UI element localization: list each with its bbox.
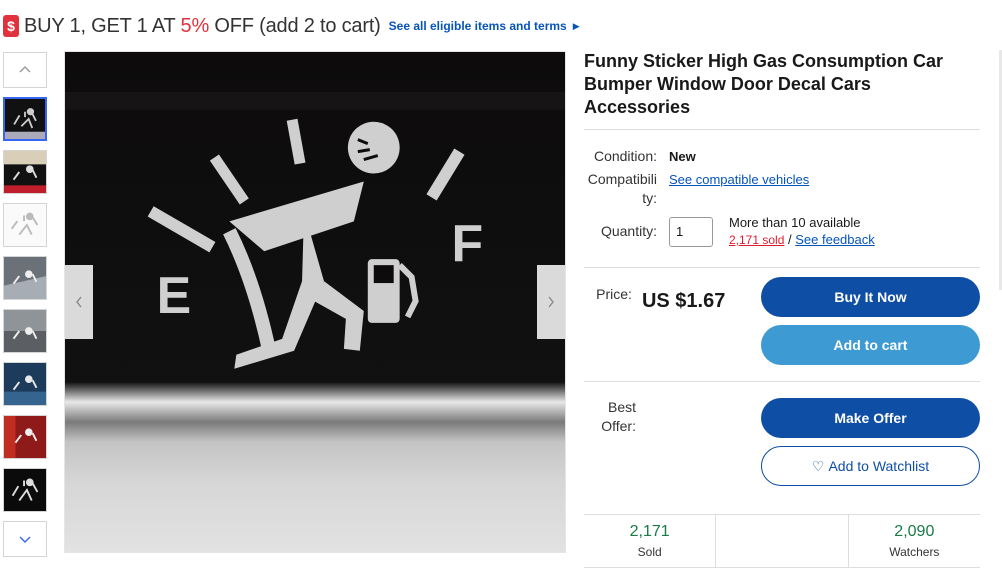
chevron-down-icon — [19, 536, 31, 543]
sticker-thumbnail — [10, 212, 39, 236]
quantity-label: Quantity: — [600, 223, 657, 239]
thumbnail-6[interactable] — [3, 362, 47, 406]
watchers-stat: 2,090 Watchers — [847, 515, 980, 567]
chevron-right-icon[interactable]: ▶ — [573, 21, 580, 32]
chevron-right-icon — [548, 296, 554, 308]
gauge-letter-f: F — [451, 214, 483, 272]
thumbnail-1[interactable] — [3, 97, 47, 141]
quantity-input[interactable] — [669, 216, 713, 247]
thumbnail-3[interactable] — [3, 203, 47, 247]
sticker-thumbnail — [5, 108, 45, 139]
sticker-thumbnail — [4, 257, 46, 299]
separator: / — [784, 232, 796, 247]
heart-icon: ♡ — [811, 457, 825, 474]
make-offer-button[interactable]: Make Offer — [761, 398, 980, 438]
thumbnail-7[interactable] — [3, 415, 47, 459]
product-title: Funny Sticker High Gas Consumption Car B… — [584, 51, 944, 117]
thumbnail-strip — [3, 52, 49, 557]
add-to-watchlist-button[interactable]: ♡ Add to Watchlist — [761, 446, 980, 486]
add-to-cart-button[interactable]: Add to cart — [761, 325, 980, 365]
sold-count-link[interactable]: 2,171 sold — [729, 233, 784, 247]
eligible-items-link[interactable]: See all eligible items and terms — [389, 19, 567, 33]
quantity-row: Quantity: More than 10 available 2,171 s… — [584, 214, 980, 249]
divider — [584, 381, 980, 382]
promo-title: BUY 1, GET 1 AT 5% OFF (add 2 to cart) — [24, 14, 381, 37]
thumbnail-2[interactable] — [3, 150, 47, 194]
gauge-letter-e: E — [157, 266, 192, 324]
thumbnail-4[interactable] — [3, 256, 47, 300]
divider — [584, 267, 980, 268]
chevron-left-icon — [76, 296, 82, 308]
fuel-gauge-sticker-image: E F — [65, 52, 565, 552]
thumbnail-8[interactable] — [3, 468, 47, 512]
sold-stat: 2,171 Sold — [629, 523, 670, 559]
price-row: Price: US $1.67 Buy It Now Add to cart — [584, 277, 980, 365]
item-details-panel: Funny Sticker High Gas Consumption Car B… — [584, 50, 980, 486]
thumbnail-scroll-up-button[interactable] — [3, 52, 47, 88]
condition-row: Condition: New — [584, 147, 980, 166]
sticker-thumbnail — [4, 164, 46, 193]
compatibility-row: Compatibility: See compatible vehicles — [584, 170, 980, 208]
availability-info: More than 10 available 2,171 sold / See … — [729, 214, 875, 249]
sticker-thumbnail — [4, 416, 38, 458]
best-offer-row: Best Offer: Make Offer ♡ Add to Watchlist — [584, 398, 980, 486]
available-count: More than 10 available — [729, 215, 861, 230]
best-offer-label: Best Offer: — [601, 399, 636, 434]
thumbnail-scroll-down-button[interactable] — [3, 521, 47, 557]
price-label: Price: — [596, 286, 632, 302]
condition-value: New — [669, 149, 696, 164]
price-tag-icon: $ — [3, 15, 19, 37]
promo-banner: $ BUY 1, GET 1 AT 5% OFF (add 2 to cart)… — [3, 12, 580, 40]
condition-label: Condition: — [593, 148, 657, 164]
divider — [584, 129, 980, 130]
chevron-up-icon — [19, 66, 31, 73]
sticker-thumbnail — [4, 375, 46, 405]
sticker-thumbnail — [11, 478, 39, 502]
main-product-image[interactable]: E F — [64, 51, 566, 553]
see-compatible-vehicles-link[interactable]: See compatible vehicles — [669, 170, 809, 189]
image-prev-button[interactable] — [65, 265, 93, 339]
empty-stat — [715, 515, 847, 567]
thumbnail-5[interactable] — [3, 309, 47, 353]
image-next-button[interactable] — [537, 265, 565, 339]
see-feedback-link[interactable]: See feedback — [795, 232, 875, 247]
price-value: US $1.67 — [641, 290, 726, 312]
buy-it-now-button[interactable]: Buy It Now — [761, 277, 980, 317]
item-stats: 2,171 Sold 2,090 Watchers — [584, 514, 980, 568]
sticker-thumbnail — [4, 310, 46, 340]
compatibility-label: Compatibility: — [587, 171, 657, 206]
